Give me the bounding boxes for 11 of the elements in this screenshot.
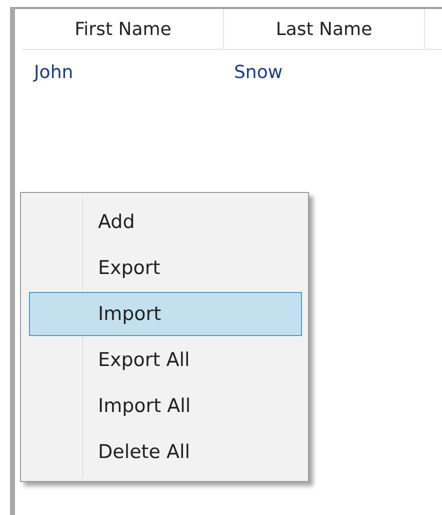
menu-item[interactable]: Export All	[29, 338, 302, 382]
column-header[interactable]: First Name	[23, 9, 224, 49]
table-cell-text: Snow	[233, 62, 284, 82]
menu-item[interactable]: Import All	[29, 384, 302, 428]
menu-item[interactable]: Add	[29, 200, 302, 244]
menu-item[interactable]: Export	[29, 246, 302, 290]
menu-item[interactable]: Delete All	[29, 430, 302, 474]
menu-item[interactable]: Import	[29, 292, 302, 336]
column-header[interactable]: Last Name	[224, 9, 425, 49]
table-cell-text: John	[32, 62, 74, 82]
table-row[interactable]: John Snow	[15, 50, 442, 94]
